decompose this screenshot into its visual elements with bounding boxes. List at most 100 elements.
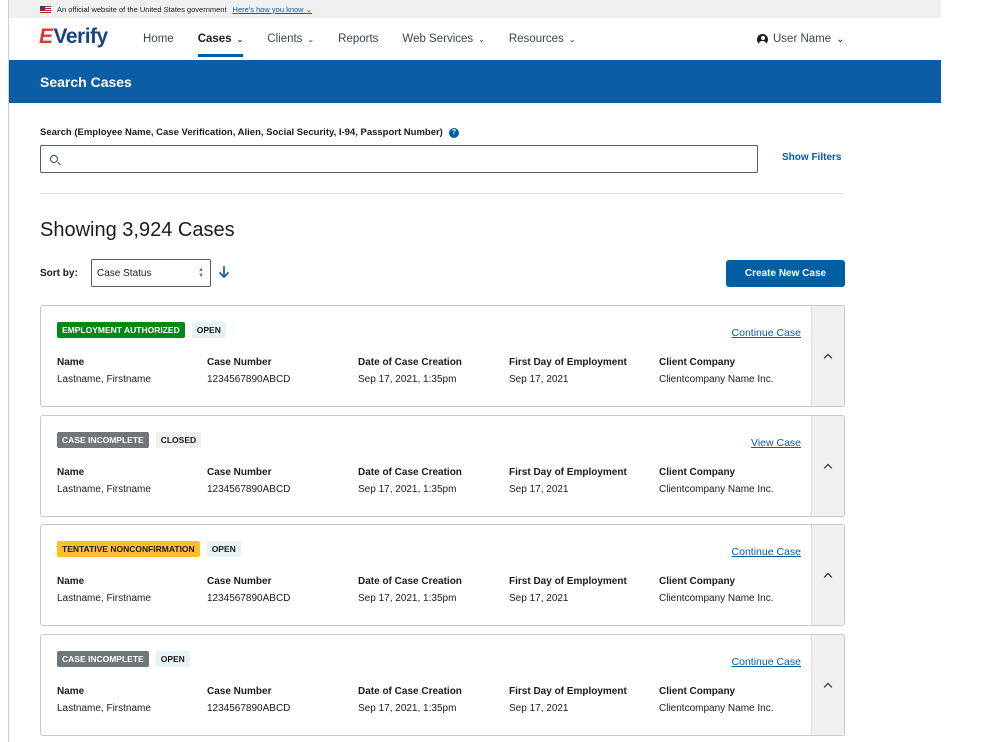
nav-clients[interactable]: Clients ⌄ bbox=[267, 18, 314, 60]
client-company-value: Clientcompany Name Inc. bbox=[659, 703, 774, 714]
chevron-up-icon bbox=[823, 353, 833, 362]
sort-direction-arrow-icon[interactable] bbox=[218, 265, 230, 279]
client-company-value: Clientcompany Name Inc. bbox=[659, 484, 774, 495]
name-value: Lastname, Firstname bbox=[57, 593, 151, 604]
search-icon bbox=[50, 155, 58, 163]
case-status-badge: CASE INCOMPLETE bbox=[57, 432, 149, 448]
gov-banner-text: An official website of the United States… bbox=[57, 4, 227, 14]
first-day-label: First Day of Employment bbox=[509, 576, 627, 587]
chevron-up-icon bbox=[823, 682, 833, 691]
first-day-value: Sep 17, 2021 bbox=[509, 484, 569, 495]
name-value: Lastname, Firstname bbox=[57, 374, 151, 385]
client-company-field: Client Company Clientcompany Name Inc. bbox=[659, 686, 774, 714]
first-day-field: First Day of Employment Sep 17, 2021 bbox=[509, 686, 627, 714]
date-created-field: Date of Case Creation Sep 17, 2021, 1:35… bbox=[358, 686, 462, 714]
client-company-label: Client Company bbox=[659, 686, 736, 697]
nav-home[interactable]: Home bbox=[143, 18, 174, 60]
date-created-value: Sep 17, 2021, 1:35pm bbox=[358, 484, 457, 495]
date-created-field: Date of Case Creation Sep 17, 2021, 1:35… bbox=[358, 576, 462, 604]
name-label: Name bbox=[57, 357, 85, 368]
nav-web-services[interactable]: Web Services ⌄ bbox=[402, 18, 484, 60]
case-number-label: Case Number bbox=[207, 576, 272, 587]
first-day-label: First Day of Employment bbox=[509, 467, 627, 478]
case-tags: EMPLOYMENT AUTHORIZED OPEN bbox=[57, 322, 226, 338]
name-value: Lastname, Firstname bbox=[57, 703, 151, 714]
case-number-label: Case Number bbox=[207, 467, 272, 478]
name-label: Name bbox=[57, 576, 85, 587]
divider bbox=[40, 193, 845, 194]
nav-resources[interactable]: Resources ⌄ bbox=[509, 18, 576, 60]
chevron-up-icon bbox=[823, 463, 833, 472]
user-icon bbox=[757, 33, 768, 45]
user-menu[interactable]: User Name ⌄ bbox=[757, 18, 845, 60]
name-field: Name Lastname, Firstname bbox=[57, 686, 151, 714]
sort-select-value: Case Status bbox=[97, 267, 152, 279]
case-number-value: 1234567890ABCD bbox=[207, 593, 291, 604]
sort-label: Sort by: bbox=[40, 268, 78, 279]
case-number-label: Case Number bbox=[207, 686, 272, 697]
date-created-field: Date of Case Creation Sep 17, 2021, 1:35… bbox=[358, 467, 462, 495]
chevron-down-icon: ⌄ bbox=[478, 34, 485, 44]
select-arrows-icon: ▲ ▼ bbox=[198, 267, 204, 279]
client-company-value: Clientcompany Name Inc. bbox=[659, 593, 774, 604]
nav-cases[interactable]: Cases ⌄ bbox=[197, 18, 244, 60]
case-number-label: Case Number bbox=[207, 357, 272, 368]
case-action-link[interactable]: View Case bbox=[751, 437, 801, 449]
collapse-toggle[interactable] bbox=[811, 635, 844, 735]
collapse-toggle[interactable] bbox=[811, 306, 844, 406]
search-label: Search (Employee Name, Case Verification… bbox=[40, 127, 459, 138]
page-title-bar: Search Cases bbox=[9, 60, 941, 103]
client-company-field: Client Company Clientcompany Name Inc. bbox=[659, 357, 774, 385]
case-number-value: 1234567890ABCD bbox=[207, 374, 291, 385]
case-number-field: Case Number 1234567890ABCD bbox=[207, 686, 290, 714]
chevron-up-icon bbox=[823, 572, 833, 581]
collapse-toggle[interactable] bbox=[811, 416, 844, 516]
show-filters-link[interactable]: Show Filters bbox=[782, 152, 841, 163]
name-value: Lastname, Firstname bbox=[57, 484, 151, 495]
help-icon[interactable]: ? bbox=[448, 127, 459, 138]
heres-how-you-know-link[interactable]: Here's how you know ⌄ bbox=[233, 5, 312, 14]
case-number-value: 1234567890ABCD bbox=[207, 484, 291, 495]
case-number-value: 1234567890ABCD bbox=[207, 703, 291, 714]
case-state-badge: OPEN bbox=[191, 322, 226, 338]
date-created-value: Sep 17, 2021, 1:35pm bbox=[358, 593, 457, 604]
create-new-case-button[interactable]: Create New Case bbox=[726, 260, 845, 287]
client-company-field: Client Company Clientcompany Name Inc. bbox=[659, 467, 774, 495]
user-name: User Name bbox=[773, 33, 832, 45]
case-card: CASE INCOMPLETE CLOSED View Case Name La… bbox=[40, 415, 845, 517]
case-action-link[interactable]: Continue Case bbox=[732, 656, 801, 668]
case-action-link[interactable]: Continue Case bbox=[732, 327, 801, 339]
case-number-field: Case Number 1234567890ABCD bbox=[207, 467, 290, 495]
date-created-label: Date of Case Creation bbox=[358, 467, 462, 478]
case-card: CASE INCOMPLETE OPEN Continue Case Name … bbox=[40, 634, 845, 736]
case-tags: TENTATIVE NONCONFIRMATION OPEN bbox=[57, 541, 241, 557]
first-day-value: Sep 17, 2021 bbox=[509, 374, 569, 385]
logo-e: E bbox=[39, 25, 53, 48]
sort-select[interactable]: Case Status ▲ ▼ bbox=[91, 259, 211, 287]
first-day-value: Sep 17, 2021 bbox=[509, 593, 569, 604]
chevron-down-icon: ⌄ bbox=[307, 34, 315, 44]
search-input[interactable] bbox=[66, 153, 726, 165]
client-company-label: Client Company bbox=[659, 357, 736, 368]
case-tags: CASE INCOMPLETE OPEN bbox=[57, 651, 190, 667]
main-nav: Home Cases ⌄ Clients ⌄ Reports Web Service… bbox=[143, 18, 600, 60]
date-created-field: Date of Case Creation Sep 17, 2021, 1:35… bbox=[358, 357, 462, 385]
case-number-field: Case Number 1234567890ABCD bbox=[207, 357, 290, 385]
search-field[interactable] bbox=[40, 145, 758, 173]
client-company-label: Client Company bbox=[659, 576, 736, 587]
case-card: TENTATIVE NONCONFIRMATION OPEN Continue … bbox=[40, 524, 845, 626]
nav-reports[interactable]: Reports bbox=[338, 18, 378, 60]
first-day-label: First Day of Employment bbox=[509, 686, 627, 697]
page-title: Search Cases bbox=[40, 73, 132, 90]
case-status-badge: CASE INCOMPLETE bbox=[57, 651, 149, 667]
gov-banner: An official website of the United States… bbox=[9, 0, 941, 18]
case-action-link[interactable]: Continue Case bbox=[732, 546, 801, 558]
everify-logo[interactable]: E Verify bbox=[39, 25, 108, 49]
collapse-toggle[interactable] bbox=[811, 525, 844, 625]
chevron-down-icon: ⌄ bbox=[236, 34, 244, 44]
first-day-field: First Day of Employment Sep 17, 2021 bbox=[509, 467, 627, 495]
case-state-badge: OPEN bbox=[206, 541, 241, 557]
date-created-label: Date of Case Creation bbox=[358, 357, 462, 368]
date-created-value: Sep 17, 2021, 1:35pm bbox=[358, 374, 457, 385]
client-company-label: Client Company bbox=[659, 467, 736, 478]
